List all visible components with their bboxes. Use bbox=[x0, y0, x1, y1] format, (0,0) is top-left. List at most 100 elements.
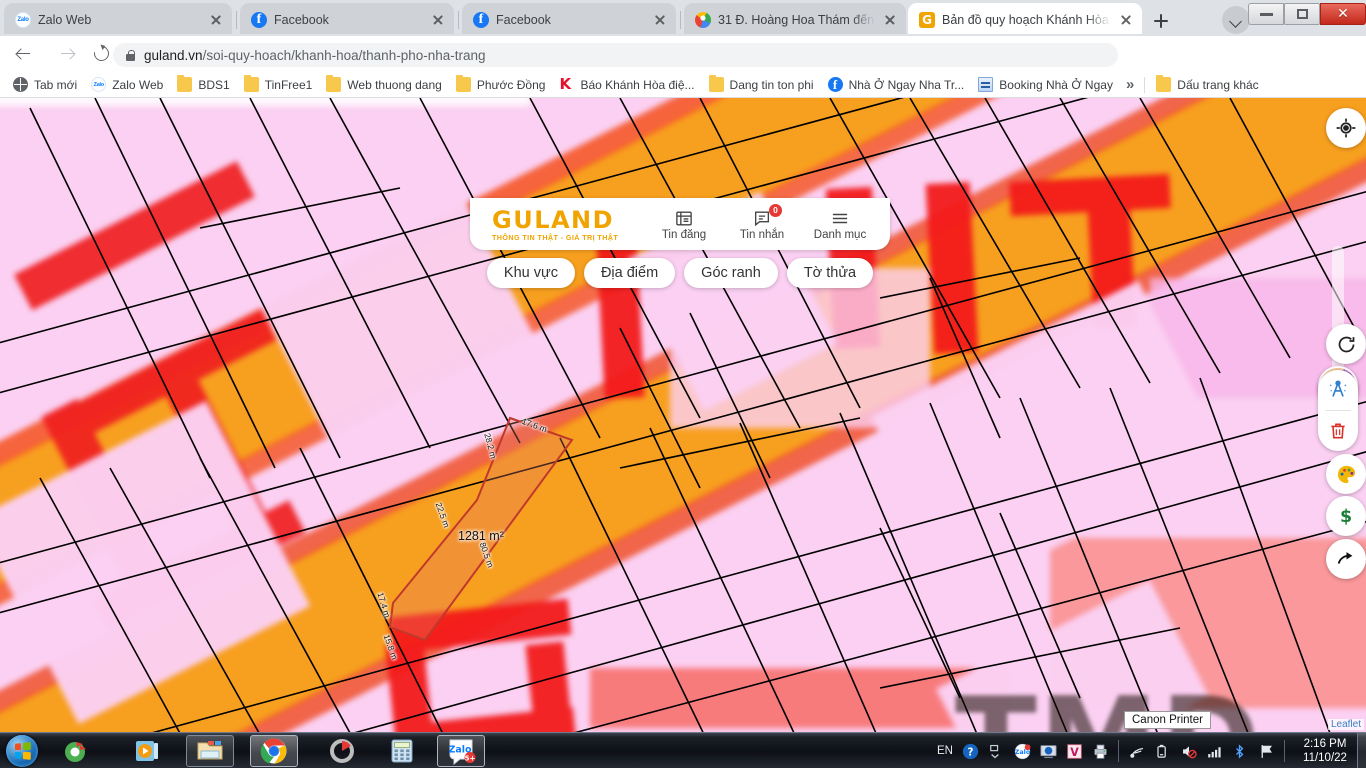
help-icon[interactable]: ? bbox=[962, 743, 979, 760]
file-explorer-icon bbox=[197, 741, 223, 760]
taskbar-clock[interactable]: 2:16 PM 11/10/22 bbox=[1294, 737, 1356, 765]
nav-item-tin-dang[interactable]: Tin đăng bbox=[656, 207, 712, 241]
taskbar-item-zalo[interactable]: Zalo 5+ bbox=[437, 735, 485, 767]
browser-tab[interactable]: 31 Đ. Hoàng Hoa Thám đến Ph bbox=[684, 3, 906, 36]
browser-tab-active[interactable]: G Bản đồ quy hoạch Khánh Hòa bbox=[908, 3, 1142, 36]
window-controls: ✕ bbox=[1248, 0, 1366, 30]
map-canvas[interactable]: TMD 1281 m² 17.6 m 28.2 m 80.5 m 15.8 m … bbox=[0, 98, 1366, 732]
logo-tagline: THÔNG TIN THẬT - GIÁ TRỊ THẬT bbox=[492, 232, 619, 242]
filter-chip-goc-ranh[interactable]: Góc ranh bbox=[684, 258, 778, 288]
bookmark-label: Tab mới bbox=[34, 77, 78, 92]
close-icon[interactable] bbox=[430, 12, 446, 28]
bookmark-item[interactable]: Dang tin ton phi bbox=[702, 74, 821, 96]
bookmark-item[interactable]: BDS1 bbox=[170, 74, 236, 96]
tab-search-button[interactable] bbox=[1222, 6, 1250, 34]
zalo-tray-icon[interactable]: Zalo bbox=[1014, 743, 1031, 760]
map-filter-chips: Khu vực Địa điểm Góc ranh Tờ thửa bbox=[470, 258, 890, 288]
delete-button[interactable] bbox=[1318, 411, 1358, 451]
bookmark-item[interactable]: Zalo Zalo Web bbox=[84, 74, 170, 96]
minimize-button[interactable] bbox=[1248, 3, 1284, 25]
guland-icon: G bbox=[919, 11, 935, 28]
close-window-button[interactable]: ✕ bbox=[1320, 3, 1366, 25]
reload-icon bbox=[91, 43, 112, 64]
price-button[interactable]: $ bbox=[1326, 496, 1366, 536]
divider bbox=[1144, 76, 1146, 93]
volume-muted-icon[interactable] bbox=[1180, 743, 1197, 760]
address-bar[interactable]: guland.vn/soi-quy-hoach/khanh-hoa/thanh-… bbox=[113, 43, 1118, 67]
forward-button[interactable] bbox=[57, 44, 77, 64]
filter-chip-to-thua[interactable]: Tờ thửa bbox=[786, 258, 874, 288]
site-header: GULAND THÔNG TIN THẬT - GIÁ TRỊ THẬT Tin… bbox=[470, 198, 890, 250]
browser-tab-strip: Zalo Zalo Web f Facebook f Facebook 31 Đ… bbox=[0, 0, 1366, 36]
filter-chip-dia-diem[interactable]: Địa điểm bbox=[583, 258, 676, 288]
kenh14-icon: K bbox=[559, 75, 572, 93]
back-button[interactable] bbox=[13, 44, 33, 64]
start-button[interactable] bbox=[6, 735, 38, 767]
action-center-icon[interactable] bbox=[1258, 743, 1275, 760]
windows-media-player-icon[interactable] bbox=[132, 736, 162, 766]
language-indicator[interactable]: EN bbox=[937, 745, 953, 757]
browser-tab[interactable]: f Facebook bbox=[240, 3, 454, 36]
bookmark-item[interactable]: Tab mới bbox=[6, 74, 84, 96]
network-icon[interactable] bbox=[1128, 743, 1145, 760]
bookmark-label: Dấu trang khác bbox=[1177, 77, 1259, 92]
refresh-map-button[interactable] bbox=[1326, 324, 1366, 364]
signal-icon[interactable] bbox=[1206, 743, 1223, 760]
taskbar-item-unikey[interactable] bbox=[318, 735, 366, 767]
bookmark-item[interactable]: K Báo Khánh Hòa điệ... bbox=[552, 74, 701, 96]
zalo-icon: Zalo bbox=[15, 11, 31, 28]
bookmark-label: Nhà Ở Ngay Nha Tr... bbox=[848, 77, 965, 92]
guland-logo[interactable]: GULAND THÔNG TIN THẬT - GIÁ TRỊ THẬT bbox=[470, 207, 638, 242]
bookmark-label: Phước Đồng bbox=[476, 77, 546, 92]
taskbar-item-google-chrome[interactable] bbox=[250, 735, 298, 767]
bookmark-item[interactable]: Phước Đồng bbox=[449, 74, 553, 96]
bluetooth-icon[interactable] bbox=[1232, 743, 1249, 760]
locate-me-button[interactable] bbox=[1326, 108, 1366, 148]
close-icon[interactable] bbox=[208, 12, 224, 28]
close-icon[interactable] bbox=[882, 12, 898, 28]
bookmark-item[interactable]: Booking Nhà Ở Ngay bbox=[971, 74, 1120, 96]
taskbar-item-calculator[interactable] bbox=[378, 735, 426, 767]
share-map-button[interactable] bbox=[1326, 539, 1366, 579]
palette-button[interactable] bbox=[1326, 454, 1366, 494]
bookmark-item[interactable]: TinFree1 bbox=[237, 74, 320, 96]
nav-label: Tin nhắn bbox=[739, 229, 785, 241]
bookmarks-overflow-button[interactable]: » bbox=[1120, 76, 1140, 93]
logo-name: GULAND bbox=[492, 205, 615, 234]
browser-tab[interactable]: f Facebook bbox=[462, 3, 676, 36]
show-desktop-button[interactable] bbox=[1357, 733, 1366, 768]
maximize-button[interactable] bbox=[1284, 3, 1320, 25]
arrow-right-icon bbox=[60, 47, 74, 61]
teamviewer-icon[interactable] bbox=[1040, 743, 1057, 760]
nav-label: Tin đăng bbox=[661, 229, 707, 241]
folder-icon bbox=[708, 75, 724, 92]
message-badge: 0 bbox=[769, 204, 782, 217]
folder-icon bbox=[1156, 75, 1172, 92]
new-tab-button[interactable] bbox=[1148, 8, 1174, 34]
selected-parcel-polygon[interactable] bbox=[365, 393, 665, 693]
folder-icon bbox=[177, 75, 193, 92]
power-icon[interactable] bbox=[1154, 743, 1171, 760]
svg-text:V: V bbox=[1070, 745, 1079, 758]
unikey-v-icon[interactable]: V bbox=[1066, 743, 1083, 760]
taskbar-item-file-explorer[interactable] bbox=[186, 735, 234, 767]
filter-chip-khu-vuc[interactable]: Khu vực bbox=[486, 258, 575, 288]
measure-button[interactable] bbox=[1318, 370, 1358, 410]
delete-icon bbox=[1331, 423, 1345, 439]
map-attribution[interactable]: Leaflet bbox=[1327, 719, 1364, 730]
nav-item-tin-nhan[interactable]: 0 Tin nhắn bbox=[734, 204, 790, 241]
close-icon[interactable] bbox=[652, 12, 668, 28]
close-icon[interactable] bbox=[1118, 12, 1134, 28]
nav-item-danh-muc[interactable]: Danh mục bbox=[812, 207, 868, 241]
browser-tab[interactable]: Zalo Zalo Web bbox=[4, 3, 232, 36]
bookmark-item[interactable]: f Nhà Ở Ngay Nha Tr... bbox=[821, 74, 972, 96]
media-player-classic-icon[interactable] bbox=[60, 736, 90, 766]
folder-icon bbox=[243, 75, 259, 92]
printer-icon[interactable] bbox=[1092, 743, 1109, 760]
bookmark-item[interactable]: Web thuong dang bbox=[319, 74, 449, 96]
other-bookmarks-button[interactable]: Dấu trang khác bbox=[1149, 74, 1265, 96]
reload-button[interactable] bbox=[91, 43, 112, 64]
show-hidden-icons-button[interactable] bbox=[988, 743, 1005, 760]
palette-icon bbox=[1337, 465, 1355, 483]
maximize-icon bbox=[1296, 9, 1308, 19]
